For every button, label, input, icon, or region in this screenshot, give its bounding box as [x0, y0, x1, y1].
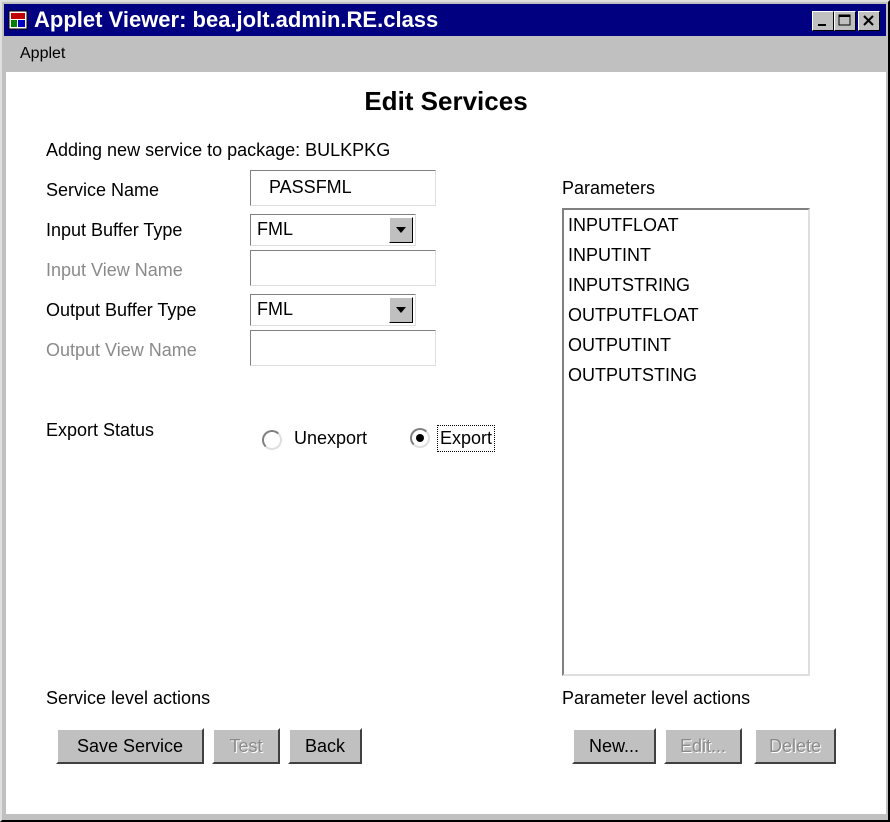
- radio-export-label[interactable]: Export: [436, 425, 496, 452]
- radio-unexport[interactable]: [262, 430, 282, 450]
- window-title: Applet Viewer: bea.jolt.admin.RE.class: [34, 7, 439, 32]
- delete-parameter-button[interactable]: Delete: [754, 728, 836, 764]
- output-buffer-type-label: Output Buffer Type: [46, 300, 197, 320]
- list-item[interactable]: OUTPUTINT: [564, 330, 808, 360]
- input-view-name-label: Input View Name: [46, 260, 183, 280]
- service-name-value: PASSFML: [269, 177, 352, 197]
- applet-viewer-window: Applet Viewer: bea.jolt.admin.RE.class A…: [0, 0, 890, 822]
- input-buffer-type-label: Input Buffer Type: [46, 220, 183, 240]
- close-button[interactable]: [858, 11, 880, 31]
- package-subtitle: Adding new service to package: BULKPKG: [46, 140, 391, 160]
- list-item[interactable]: INPUTFLOAT: [564, 210, 808, 240]
- chevron-down-icon[interactable]: [389, 217, 413, 243]
- input-buffer-type-value: FML: [257, 219, 293, 239]
- list-item[interactable]: OUTPUTSTING: [564, 360, 808, 390]
- menu-applet[interactable]: Applet: [20, 45, 65, 63]
- minimize-icon: [818, 24, 826, 26]
- page-heading: Edit Services: [364, 86, 528, 116]
- close-icon: [863, 15, 874, 26]
- title-bar[interactable]: Applet Viewer: bea.jolt.admin.RE.class: [4, 4, 886, 36]
- list-item[interactable]: INPUTSTRING: [564, 270, 808, 300]
- output-buffer-type-value: FML: [257, 299, 293, 319]
- output-view-name-label: Output View Name: [46, 340, 197, 360]
- radio-export[interactable]: [410, 428, 430, 448]
- parameters-list[interactable]: INPUTFLOAT INPUTINT INPUTSTRING OUTPUTFL…: [562, 208, 810, 676]
- parameters-label: Parameters: [562, 178, 656, 198]
- service-name-label: Service Name: [46, 180, 160, 200]
- edit-parameter-button[interactable]: Edit...: [664, 728, 742, 764]
- parameter-actions-label: Parameter level actions: [562, 688, 751, 708]
- save-service-button[interactable]: Save Service: [56, 728, 204, 764]
- output-view-name-field[interactable]: [250, 330, 436, 366]
- input-buffer-type-select[interactable]: FML: [250, 214, 416, 246]
- new-parameter-button[interactable]: New...: [572, 728, 656, 764]
- input-view-name-field[interactable]: [250, 250, 436, 286]
- list-item[interactable]: INPUTINT: [564, 240, 808, 270]
- back-button[interactable]: Back: [288, 728, 362, 764]
- radio-unexport-label[interactable]: Unexport: [294, 428, 367, 449]
- minimize-button[interactable]: [812, 11, 834, 31]
- applet-content: Edit Services Adding new service to pack…: [6, 72, 886, 814]
- export-status-label: Export Status: [46, 420, 155, 440]
- maximize-button[interactable]: [834, 11, 856, 31]
- service-actions-label: Service level actions: [46, 688, 211, 708]
- list-item[interactable]: OUTPUTFLOAT: [564, 300, 808, 330]
- output-buffer-type-select[interactable]: FML: [250, 294, 416, 326]
- service-name-field[interactable]: PASSFML: [250, 170, 436, 206]
- menu-bar: Applet: [4, 38, 886, 68]
- applet-viewer-icon: [8, 10, 28, 30]
- maximize-icon: [838, 14, 851, 26]
- test-button[interactable]: Test: [212, 728, 280, 764]
- chevron-down-icon[interactable]: [389, 297, 413, 323]
